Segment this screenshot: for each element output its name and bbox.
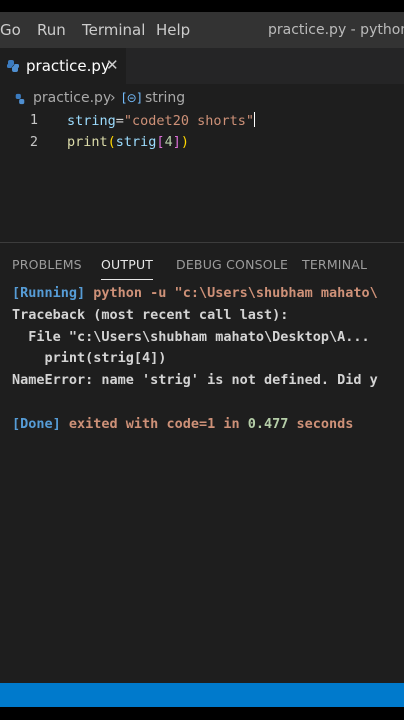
done-seconds: seconds [288,416,354,432]
breadcrumb-separator: › [110,90,116,106]
active-tab-underline [101,279,154,280]
done-exit: exited with [60,416,167,432]
tab-label: PROBLEMS [12,257,82,272]
breadcrumb-file[interactable]: practice.py [33,90,111,106]
menu-terminal[interactable]: Terminal [82,21,145,39]
line-number: 2 [29,134,38,150]
identifier: string [67,113,116,129]
menu-run[interactable]: Run [37,21,66,39]
output-line-error: NameError: name 'strig' is not defined. … [12,372,378,388]
done-tag: [Done] [12,416,61,432]
code-line-2[interactable]: 2 print(strig[4]) [0,134,404,156]
tab-label: TERMINAL [302,257,368,272]
line-source: string="codet20 shorts" [67,112,255,129]
tab-filename: practice.py [26,57,110,75]
python-file-icon [7,60,19,72]
bracket-open: [ [156,134,165,150]
breadcrumb: practice.py › [⊝] string [0,90,404,110]
number-literal: 4 [164,134,173,150]
tab-debug-console[interactable]: DEBUG CONSOLE [176,257,288,272]
window-title: practice.py - python - [268,22,404,38]
bracket-close: ] [172,134,181,150]
tab-output[interactable]: OUTPUT [101,257,154,280]
output-line-code: print(strig[4]) [12,350,167,366]
paren-close: ) [180,134,189,150]
breadcrumb-symbol[interactable]: string [145,90,185,106]
bottom-panel: PROBLEMS OUTPUT DEBUG CONSOLE TERMINAL [… [0,243,404,683]
tab-problems[interactable]: PROBLEMS [12,257,82,272]
running-command: python -u "c:\Users\shubham mahato\ [85,285,378,301]
done-in: in [215,416,248,432]
paren-open: ( [107,134,116,150]
python-file-icon [15,93,25,105]
close-icon[interactable]: ✕ [106,56,119,74]
text-cursor [253,112,255,127]
editor-tab-bar: practice.py ✕ [0,48,404,84]
tab-terminal[interactable]: TERMINAL [302,257,367,272]
running-tag: [Running] [12,285,86,301]
output-line-running: [Running] python -u "c:\Users\shubham ma… [12,285,378,301]
identifier: strig [115,134,157,150]
bottom-letterbox [0,707,404,720]
menu-go[interactable]: Go [0,21,21,39]
top-letterbox [0,0,404,12]
code-line-1[interactable]: 1 string="codet20 shorts" [0,112,404,134]
output-line-traceback: Traceback (most recent call last): [12,307,289,323]
tab-label: DEBUG CONSOLE [176,257,289,272]
tab-label: OUTPUT [101,257,154,272]
function-name: print [67,134,108,150]
tab-practice-py[interactable]: practice.py ✕ [0,48,126,84]
done-code: code=1 [166,416,216,432]
menu-help[interactable]: Help [156,21,190,39]
editor-area[interactable]: practice.py › [⊝] string 1 string="codet… [0,84,404,242]
symbol-string-icon: [⊝] [122,91,142,105]
output-line-file: File "c:\Users\shubham mahato\Desktop\A.… [12,329,370,345]
status-bar [0,683,404,707]
string-literal: "codet20 shorts" [123,113,254,129]
done-time: 0.477 [247,416,289,432]
menu-bar: Go Run Terminal Help practice.py - pytho… [0,12,404,48]
output-line-done: [Done] exited with code=1 in 0.477 secon… [12,416,353,432]
line-number: 1 [29,112,38,128]
line-source: print(strig[4]) [67,134,189,150]
operator: = [115,113,124,129]
